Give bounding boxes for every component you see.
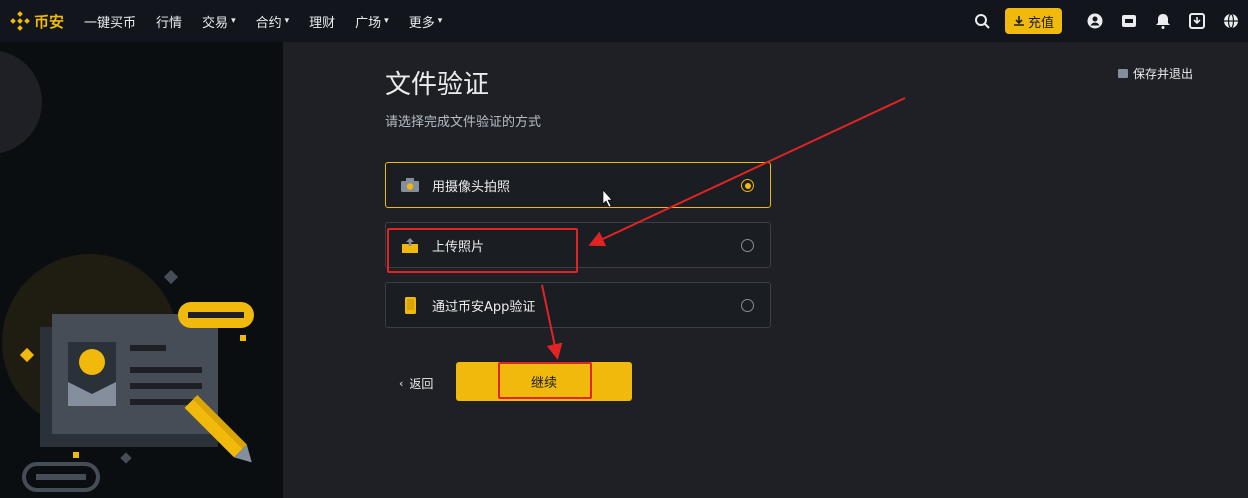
top-navbar: 币安 一键买币 行情 交易 ▾ 合约 ▾ 理财 广场 ▾ 更多 ▾ 充值 — [0, 0, 1248, 42]
page-title: 文件验证 — [385, 70, 490, 100]
radio-unselected[interactable] — [741, 299, 754, 312]
option-app-verify[interactable]: 通过币安App验证 — [385, 282, 771, 328]
brand-logo[interactable]: 币安 — [10, 11, 64, 32]
download-icon — [1013, 16, 1024, 26]
option-camera[interactable]: 用摄像头拍照 — [385, 162, 771, 208]
nav-right-actions: 充值 — [957, 0, 1240, 42]
wallet-icon[interactable] — [1120, 12, 1138, 30]
left-illustration-panel — [0, 42, 283, 498]
nav-item-earn[interactable]: 理财 — [309, 12, 335, 31]
page-subtitle: 请选择完成文件验证的方式 — [385, 115, 542, 130]
user-icon[interactable] — [1086, 12, 1104, 30]
camera-icon — [401, 177, 419, 193]
phone-icon — [401, 296, 419, 314]
binance-logo-icon — [10, 11, 30, 31]
chevron-down-icon: ▾ — [284, 16, 290, 26]
bell-icon[interactable] — [1154, 12, 1172, 30]
search-icon[interactable] — [973, 12, 991, 30]
nav-item-markets[interactable]: 行情 — [156, 12, 182, 31]
save-icon — [1117, 69, 1128, 78]
radio-selected[interactable] — [741, 179, 754, 192]
annotation-highlight-continue — [498, 362, 592, 399]
nav-item-more[interactable]: 更多 ▾ — [409, 12, 443, 31]
globe-icon[interactable] — [1222, 12, 1240, 30]
deposit-button[interactable]: 充值 — [1004, 8, 1062, 34]
id-card-illustration — [0, 50, 254, 492]
radio-unselected[interactable] — [741, 239, 754, 252]
save-and-exit-button[interactable]: 保存并退出 — [1117, 65, 1193, 82]
back-link[interactable]: ‹ 返回 — [399, 375, 433, 392]
chevron-down-icon: ▾ — [384, 16, 389, 26]
chevron-down-icon: ▾ — [231, 16, 236, 26]
chevron-down-icon: ▾ — [437, 16, 443, 26]
nav-item-futures[interactable]: 合约 ▾ — [256, 12, 290, 31]
main-nav: 一键买币 行情 交易 ▾ 合约 ▾ 理财 广场 ▾ 更多 ▾ — [84, 12, 462, 31]
nav-item-trade[interactable]: 交易 ▾ — [202, 12, 236, 31]
annotation-highlight-upload — [387, 228, 578, 273]
nav-item-square[interactable]: 广场 ▾ — [355, 12, 389, 31]
nav-item-buy-crypto[interactable]: 一键买币 — [84, 12, 136, 31]
download-app-icon[interactable] — [1188, 12, 1206, 30]
chevron-left-icon: ‹ — [399, 377, 404, 390]
brand-name: 币安 — [34, 12, 65, 31]
